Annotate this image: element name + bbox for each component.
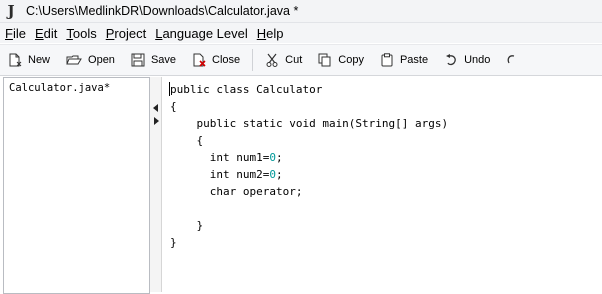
code-line[interactable] <box>170 200 448 217</box>
menu-help-mnemonic: H <box>256 25 267 41</box>
open-button-label: Open <box>88 54 115 66</box>
code-token: } <box>170 236 177 249</box>
toolbar: New Open Save Close Cut Copy Paste Undo <box>0 44 602 76</box>
code-line[interactable]: { <box>170 132 448 149</box>
code-token: ; <box>275 151 283 164</box>
code-text[interactable]: public class Calculator { public static v… <box>170 81 448 251</box>
menu-file[interactable]: File <box>0 26 30 41</box>
close-file-icon <box>193 53 206 67</box>
clipboard-icon <box>381 53 393 67</box>
code-line[interactable]: char operator; <box>170 183 448 200</box>
close-button-label: Close <box>212 54 241 66</box>
menu-file-mnemonic: F <box>5 25 13 41</box>
code-line[interactable]: } <box>170 217 448 234</box>
redo-button[interactable] <box>498 48 524 72</box>
menu-edit-label: dit <box>43 25 58 41</box>
menu-edit-mnemonic: E <box>34 25 44 41</box>
save-button-label: Save <box>150 54 177 66</box>
title-bar: J C:\Users\MedlinkDR\Downloads\Calculato… <box>0 0 602 23</box>
toolbar-separator <box>252 49 254 71</box>
copy-button-label: Copy <box>338 54 364 66</box>
undo-button-label: Undo <box>464 54 491 66</box>
code-line[interactable]: public class Calculator <box>170 81 448 98</box>
menu-project-label: roject <box>114 25 147 41</box>
menu-bar: File Edit Tools Project Language Level H… <box>0 23 602 43</box>
code-token: { <box>170 134 204 147</box>
cut-button[interactable]: Cut <box>257 48 310 72</box>
code-line[interactable]: } <box>170 234 448 251</box>
undo-button[interactable]: Undo <box>436 48 498 72</box>
menu-tools[interactable]: Tools <box>61 26 100 41</box>
new-button[interactable]: New <box>0 48 58 72</box>
expand-right-arrow-icon[interactable] <box>154 117 159 125</box>
menu-language-level[interactable]: Language Level <box>150 26 252 41</box>
paste-button[interactable]: Paste <box>372 48 436 72</box>
code-token: public static void main(String[] args) <box>170 117 449 130</box>
menu-project[interactable]: Project <box>101 26 150 41</box>
menu-help-label: elp <box>266 25 284 41</box>
code-line[interactable]: public static void main(String[] args) <box>170 115 448 132</box>
code-number-literal: 0 <box>269 168 276 181</box>
cut-button-label: Cut <box>285 54 303 66</box>
copy-icon <box>318 53 331 67</box>
code-token: } <box>170 219 204 232</box>
new-file-icon <box>9 53 22 67</box>
code-token: { <box>170 100 177 113</box>
code-token: char operator; <box>170 185 303 198</box>
copy-button[interactable]: Copy <box>310 48 372 72</box>
collapse-left-arrow-icon[interactable] <box>153 104 158 112</box>
save-disk-icon <box>131 53 145 67</box>
undo-icon <box>446 54 456 66</box>
open-button[interactable]: Open <box>58 48 123 72</box>
menu-help[interactable]: Help <box>252 26 288 41</box>
code-token: int num2= <box>170 168 270 181</box>
file-list-item[interactable]: Calculator.java* <box>9 82 110 94</box>
file-list-panel: Calculator.java* <box>3 77 150 294</box>
paste-button-label: Paste <box>399 54 429 66</box>
menu-edit[interactable]: Edit <box>30 26 61 41</box>
redo-icon <box>507 55 515 64</box>
code-token: ; <box>275 168 283 181</box>
code-line[interactable]: int num2=0; <box>170 166 448 183</box>
new-button-label: New <box>28 54 51 66</box>
editor-gutter <box>150 77 162 292</box>
scissors-icon <box>266 53 278 67</box>
menu-language-level-label: anguage Level <box>162 25 248 41</box>
open-folder-icon <box>66 55 82 65</box>
code-line[interactable]: int num1=0; <box>170 149 448 166</box>
code-token: public class Calculator <box>170 83 323 96</box>
close-button[interactable]: Close <box>184 48 248 72</box>
menu-file-label: ile <box>12 25 26 41</box>
code-number-literal: 0 <box>269 151 276 164</box>
window-title: C:\Users\MedlinkDR\Downloads\Calculator.… <box>26 4 299 18</box>
menu-tools-label: ools <box>72 25 97 41</box>
app-logo-icon: J <box>7 2 15 20</box>
code-editor[interactable]: public class Calculator { public static v… <box>149 77 602 292</box>
code-token: int num1= <box>170 151 270 164</box>
save-button[interactable]: Save <box>123 48 184 72</box>
code-line[interactable]: { <box>170 98 448 115</box>
